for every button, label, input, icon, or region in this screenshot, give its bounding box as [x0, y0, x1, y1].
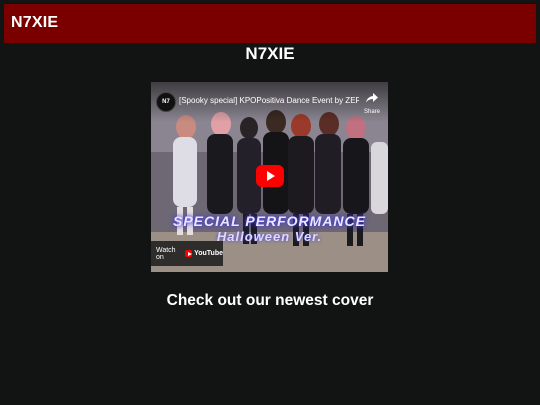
video-title[interactable]: [Spooky special] KPOPositiva Dance Event… — [179, 96, 359, 105]
play-button[interactable] — [256, 165, 284, 187]
brand-title[interactable]: N7XIE — [11, 14, 58, 32]
play-icon — [267, 171, 275, 181]
watch-on-youtube-link[interactable]: Watch on YouTube — [151, 241, 223, 266]
video-embed[interactable]: N7 [Spooky special] KPOPositiva Dance Ev… — [151, 82, 388, 272]
cover-caption: Check out our newest cover — [166, 292, 374, 309]
video-overlay-headline: SPECIAL PERFORMANCE — [173, 213, 366, 229]
watch-on-label: Watch on — [156, 246, 176, 261]
share-button[interactable]: Share — [361, 90, 383, 115]
youtube-wordmark: YouTube — [194, 250, 223, 257]
share-label: Share — [363, 109, 380, 115]
header-bar: N7XIE — [4, 3, 536, 43]
channel-avatar[interactable]: N7 — [156, 92, 176, 112]
share-icon — [366, 93, 378, 103]
page: N7XIE N7XIE N7 [Spooky special] KPOPosit… — [0, 0, 540, 405]
youtube-logo-icon — [184, 250, 193, 257]
page-title: N7XIE — [245, 44, 295, 63]
